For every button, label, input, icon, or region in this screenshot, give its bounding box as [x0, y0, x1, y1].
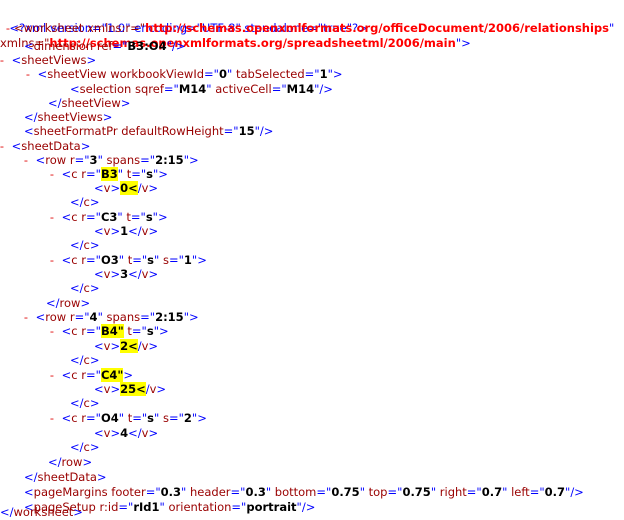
xml-line: - <sheetData> [0, 139, 90, 154]
xml-line-text: </c> [70, 281, 100, 295]
xml-line: </c> [70, 238, 99, 253]
xmlns-end: "> [455, 36, 471, 50]
xml-line-text: </row> [48, 455, 93, 469]
xml-line: <v>25</v> [94, 382, 166, 397]
xml-line-text: <pageMargins footer="0.3" header="0.3" b… [24, 485, 584, 499]
xml-line-text: <row r="3" spans="2:15"> [35, 153, 199, 167]
collapse-toggle[interactable]: - [46, 411, 58, 426]
xml-line-text: <selection sqref="M14" activeCell="M14"/… [70, 82, 333, 96]
xml-line-text: </sheetViews> [24, 110, 113, 124]
collapse-toggle[interactable]: - [20, 310, 32, 325]
collapse-toggle[interactable]: - [22, 67, 34, 82]
xml-line: </sheetViews> [24, 110, 112, 125]
xml-line-text: </c> [70, 353, 100, 367]
xml-line-text: <c r="C3" t="s"> [61, 210, 168, 224]
xml-line-text: <v>1</v> [94, 224, 159, 238]
xml-line-text: <v>3</v> [94, 267, 159, 281]
xml-line: <pageMargins footer="0.3" header="0.3" b… [24, 485, 584, 500]
xml-line: </c> [70, 195, 99, 210]
collapse-toggle[interactable]: - [0, 139, 8, 154]
xml-line-text: </c> [70, 440, 100, 454]
xml-line: <dimension ref="B3:O4"/> [24, 39, 185, 54]
xml-line: - <c r="C3" t="s"> [46, 210, 168, 225]
xml-line: </sheetView> [48, 96, 130, 111]
collapse-toggle[interactable]: - [20, 153, 32, 168]
xml-line-text: </sheetView> [48, 96, 131, 110]
namespace-r-url: http://schemas.openxmlformats.org/office… [145, 21, 610, 35]
xml-line: - <c r="O3" t="s" s="1"> [46, 253, 207, 268]
xml-line: </c> [70, 353, 99, 368]
xml-line: - <c r="O4" t="s" s="2"> [46, 411, 207, 426]
xml-line-text: <sheetView workbookViewId="0" tabSelecte… [37, 67, 343, 81]
xml-line: - <row r="3" spans="2:15"> [20, 153, 199, 168]
xml-line-text: <sheetFormatPr defaultRowHeight="15"/> [24, 124, 274, 138]
collapse-toggle[interactable]: - [46, 210, 58, 225]
xml-line: - <sheetView workbookViewId="0" tabSelec… [22, 67, 343, 82]
xml-line-text: <c r="O4" t="s" s="2"> [61, 411, 207, 425]
collapse-toggle[interactable]: - [0, 53, 8, 68]
collapse-toggle[interactable]: - [46, 324, 58, 339]
xml-line-text: </c> [70, 195, 100, 209]
xml-line: - <c r="B4" t="s"> [46, 324, 169, 339]
collapse-toggle[interactable]: - [2, 21, 14, 36]
xml-line: - <c r="C4"> [46, 368, 133, 383]
xml-line: - <c r="B3" t="s"> [46, 167, 168, 182]
xml-line-text: <c r="B4" t="s"> [61, 324, 169, 338]
xml-line: </row> [46, 296, 90, 311]
worksheet-tag-quote: " [609, 21, 615, 35]
xml-declaration: <?xml version="1.0" encoding="UTF-8" sta… [2, 6, 367, 35]
xml-line-text: <c r="C4"> [61, 368, 134, 382]
xml-line: <v>2</v> [94, 339, 158, 354]
xml-line: <sheetFormatPr defaultRowHeight="15"/> [24, 124, 273, 139]
xml-line-text: <c r="O3" t="s" s="1"> [61, 253, 207, 267]
xml-line-text: <row r="4" spans="2:15"> [35, 310, 199, 324]
worksheet-open-line: - <worksheet xmlns:r="http://schemas.open… [2, 21, 614, 36]
worksheet-tag-start: <worksheet xmlns:r=" [14, 21, 146, 35]
xml-line-text: <v>25</v> [94, 382, 167, 396]
xml-line-text: <dimension ref="B3:O4"/> [24, 39, 186, 53]
xml-line-text: <v>0</v> [94, 181, 159, 195]
xml-line: </row> [48, 455, 92, 470]
xml-line: - <row r="4" spans="2:15"> [20, 310, 199, 325]
xml-line-text: </sheetData> [24, 470, 107, 484]
xml-line: </worksheet> [0, 505, 83, 520]
xml-line: - <sheetViews> [0, 53, 96, 68]
xml-line-text: </c> [70, 238, 100, 252]
xml-line: </c> [70, 281, 99, 296]
xml-line-text: </c> [70, 396, 100, 410]
xml-line-text: <v>2</v> [94, 339, 159, 353]
xml-line: <v>4</v> [94, 426, 158, 441]
xml-line: <v>1</v> [94, 224, 158, 239]
xml-line: <v>0</v> [94, 181, 158, 196]
xml-line: </c> [70, 440, 99, 455]
xml-line-text: </worksheet> [0, 505, 83, 519]
collapse-toggle[interactable]: - [46, 368, 58, 383]
collapse-toggle[interactable]: - [46, 253, 58, 268]
xml-line-text: <sheetViews> [11, 53, 97, 67]
xml-line: </sheetData> [24, 470, 107, 485]
xml-line-text: <c r="B3" t="s"> [61, 167, 168, 181]
collapse-toggle[interactable]: - [46, 167, 58, 182]
xml-line: <selection sqref="M14" activeCell="M14"/… [70, 82, 333, 97]
xml-line-text: </row> [46, 296, 91, 310]
xml-line-text: <sheetData> [11, 139, 91, 153]
xml-line-text: <v>4</v> [94, 426, 159, 440]
xml-line: <v>3</v> [94, 267, 158, 282]
xml-line: </c> [70, 396, 99, 411]
xml-viewer: { "xml": { "decl": "<?xml version=\"1.0\… [0, 0, 624, 520]
